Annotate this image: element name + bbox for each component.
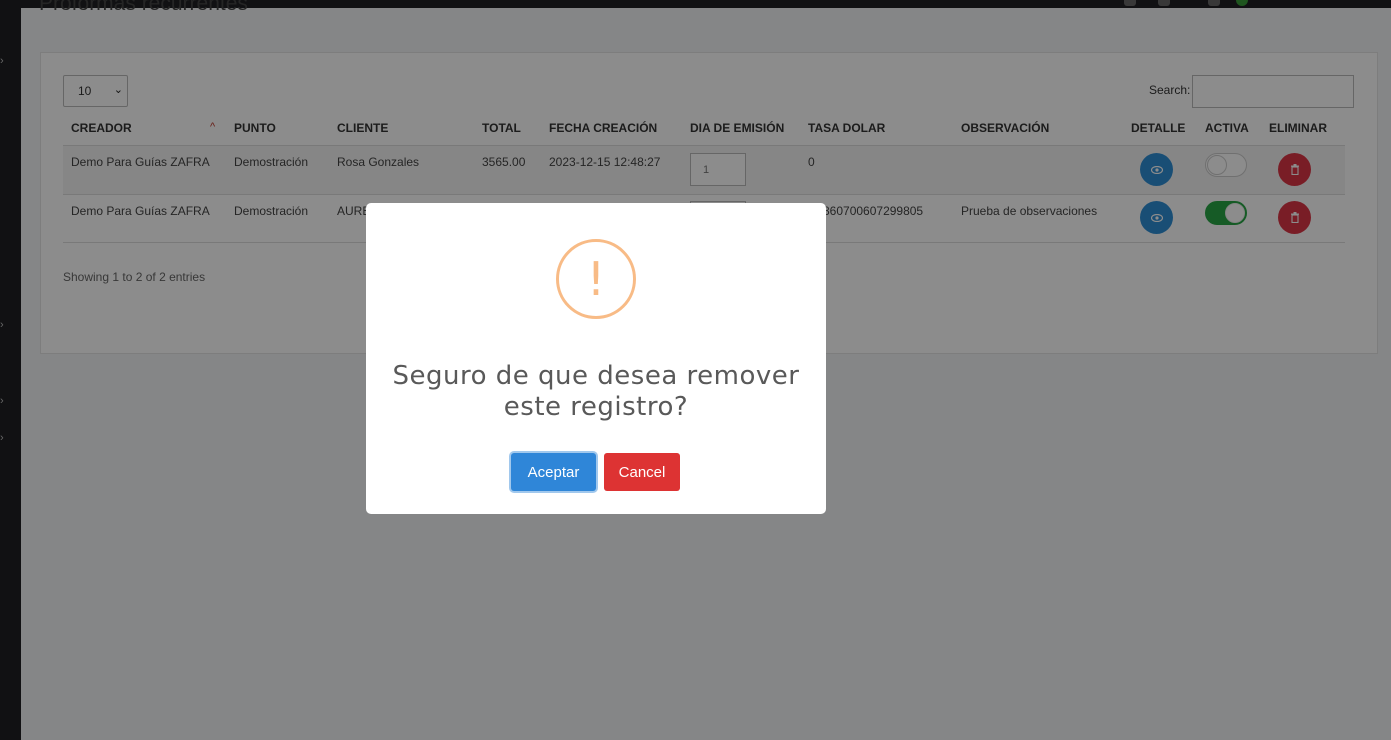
cancel-button[interactable]: Cancel (604, 453, 680, 491)
dialog-title: Seguro de que desea remover este registr… (366, 361, 826, 423)
warning-glyph: ! (586, 252, 606, 306)
confirm-button[interactable]: Aceptar (511, 453, 596, 491)
dialog-title-line2: este registro? (503, 392, 689, 422)
dialog-title-line1: Seguro de que desea remover (392, 361, 800, 391)
warning-icon: ! (556, 239, 636, 319)
confirm-dialog: ! Seguro de que desea remover este regis… (366, 203, 826, 514)
